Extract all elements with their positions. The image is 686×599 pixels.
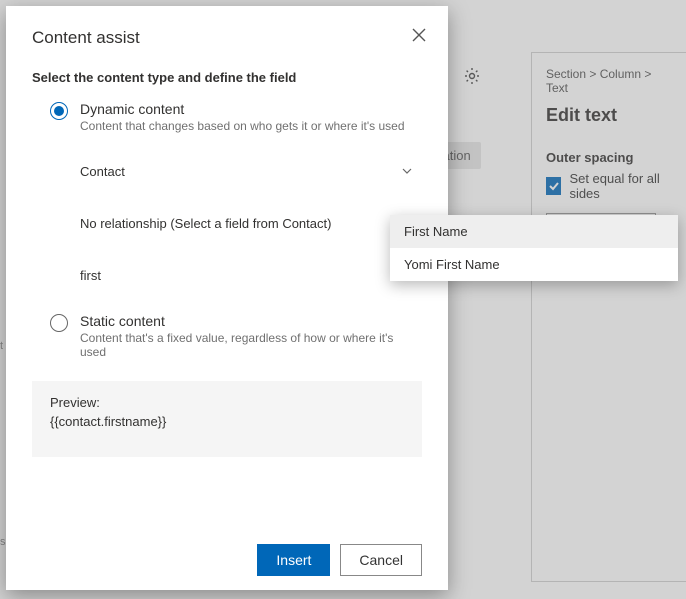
- autocomplete-option[interactable]: Yomi First Name: [390, 248, 678, 281]
- entity-dropdown[interactable]: Contact: [80, 157, 422, 185]
- radio-selected-dot: [54, 106, 64, 116]
- static-content-radio[interactable]: [50, 314, 68, 332]
- relationship-dropdown[interactable]: No relationship (Select a field from Con…: [80, 209, 422, 237]
- field-search-input[interactable]: first: [80, 261, 422, 289]
- autocomplete-option[interactable]: First Name: [390, 215, 678, 248]
- chevron-down-icon: [400, 164, 414, 178]
- close-button[interactable]: [410, 26, 428, 44]
- insert-button[interactable]: Insert: [257, 544, 330, 576]
- preview-label: Preview:: [50, 395, 404, 410]
- dynamic-content-label: Dynamic content: [80, 101, 405, 117]
- field-autocomplete: First Name Yomi First Name: [390, 215, 678, 281]
- dynamic-content-desc: Content that changes based on who gets i…: [80, 119, 405, 133]
- preview-box: Preview: {{contact.firstname}}: [32, 381, 422, 457]
- field-search-value: first: [80, 268, 101, 283]
- cancel-button[interactable]: Cancel: [340, 544, 422, 576]
- content-assist-modal: Content assist Select the content type a…: [6, 6, 448, 590]
- modal-title: Content assist: [32, 28, 422, 48]
- close-icon: [410, 26, 428, 44]
- preview-value: {{contact.firstname}}: [50, 414, 404, 429]
- static-content-desc: Content that's a fixed value, regardless…: [80, 331, 422, 359]
- modal-subtitle: Select the content type and define the f…: [32, 70, 422, 85]
- relationship-value: No relationship (Select a field from Con…: [80, 216, 331, 231]
- dynamic-content-radio[interactable]: [50, 102, 68, 120]
- static-content-label: Static content: [80, 313, 422, 329]
- entity-value: Contact: [80, 164, 125, 179]
